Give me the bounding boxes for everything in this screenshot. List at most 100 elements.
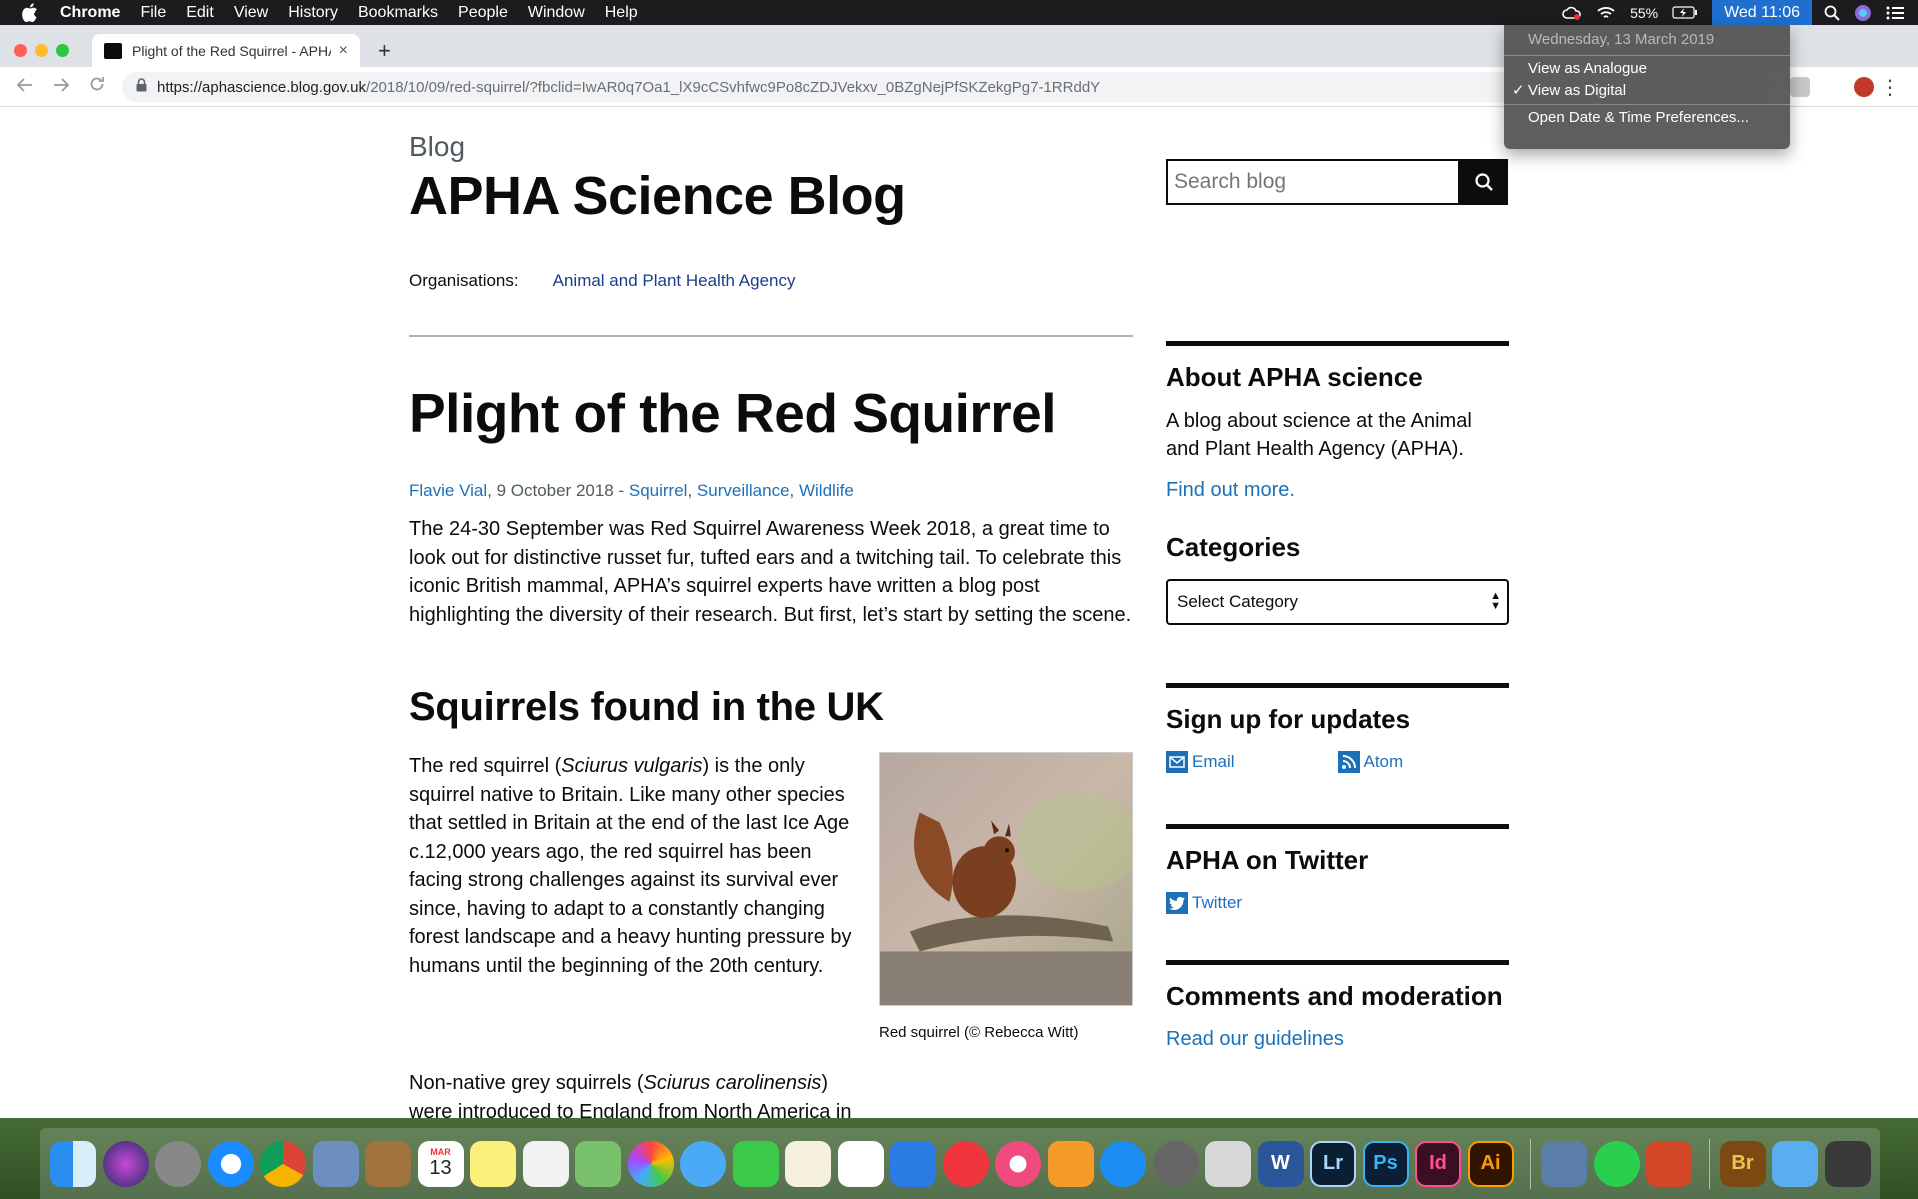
twitter-heading: APHA on Twitter xyxy=(1166,845,1369,875)
finder-icon[interactable] xyxy=(50,1140,96,1187)
siri-dock-icon[interactable] xyxy=(102,1140,149,1187)
photoshop-icon[interactable]: Ps xyxy=(1362,1140,1409,1187)
close-window-button[interactable] xyxy=(14,44,27,57)
calculator-icon[interactable] xyxy=(1205,1140,1251,1187)
menu-people[interactable]: People xyxy=(458,4,508,22)
indesign-icon[interactable]: Id xyxy=(1415,1140,1461,1187)
tag-separator: , xyxy=(789,481,799,500)
calendar-icon[interactable]: MAR 13 xyxy=(417,1140,464,1187)
itunes-icon[interactable] xyxy=(995,1140,1041,1187)
menu-file[interactable]: File xyxy=(140,4,166,22)
battery-icon[interactable] xyxy=(1672,6,1698,19)
menu-help[interactable]: Help xyxy=(605,4,638,22)
author-link[interactable]: Flavie Vial xyxy=(409,481,487,500)
word-icon[interactable]: W xyxy=(1257,1140,1304,1187)
email-link[interactable]: Email xyxy=(1166,751,1338,773)
preview-icon[interactable] xyxy=(1541,1140,1587,1187)
reload-icon[interactable] xyxy=(86,76,108,97)
zoom-window-button[interactable] xyxy=(56,44,69,57)
spotlight-search-icon[interactable] xyxy=(1824,5,1840,21)
org-link[interactable]: Animal and Plant Health Agency xyxy=(553,271,796,291)
minimize-window-button[interactable] xyxy=(35,44,48,57)
notification-center-icon[interactable] xyxy=(1886,6,1904,20)
twitter-link[interactable]: Twitter xyxy=(1166,892,1338,914)
atom-link-label: Atom xyxy=(1363,752,1404,771)
menu-view-digital[interactable]: ✓ View as Digital xyxy=(1504,80,1790,102)
atom-link[interactable]: Atom xyxy=(1337,751,1510,773)
menu-separator xyxy=(1504,104,1790,105)
app-store-icon[interactable] xyxy=(1100,1140,1146,1187)
messages-icon[interactable] xyxy=(680,1140,726,1187)
chrome-menu-icon[interactable]: ⋮ xyxy=(1880,75,1900,100)
launchpad-icon[interactable] xyxy=(155,1140,201,1187)
menubar-clock[interactable]: Wed 11:06 xyxy=(1712,0,1812,25)
profile-avatar-icon[interactable] xyxy=(1854,77,1874,97)
powerpoint-icon[interactable] xyxy=(1646,1140,1692,1187)
menu-history[interactable]: History xyxy=(288,4,338,22)
lock-icon[interactable] xyxy=(136,78,147,96)
lightroom-icon[interactable]: Lr xyxy=(1310,1140,1356,1187)
siri-icon[interactable] xyxy=(1854,4,1872,22)
select-arrows-icon: ▲ ▼ xyxy=(1490,590,1501,612)
find-out-more-link[interactable]: Find out more. xyxy=(1166,479,1509,502)
search-button[interactable] xyxy=(1460,159,1508,205)
post-meta: Flavie Vial, 9 October 2018 - Squirrel, … xyxy=(409,481,1133,501)
extension-icon[interactable] xyxy=(1790,77,1810,97)
maps-icon[interactable] xyxy=(575,1140,621,1187)
forward-arrow-icon[interactable] xyxy=(50,76,72,97)
blog-title[interactable]: APHA Science Blog xyxy=(409,165,1133,227)
tag-link-wildlife[interactable]: Wildlife xyxy=(799,481,854,500)
apple-logo-icon[interactable] xyxy=(22,3,42,22)
checkmark-icon: ✓ xyxy=(1512,82,1525,99)
creative-cloud-icon[interactable] xyxy=(1562,6,1582,20)
section-body: The red squirrel (Sciurus vulgaris) is t… xyxy=(409,752,1133,1041)
menu-view-analogue[interactable]: View as Analogue xyxy=(1504,58,1790,80)
back-arrow-icon[interactable] xyxy=(14,76,36,97)
numbers-icon[interactable] xyxy=(837,1140,884,1187)
tag-link-squirrel[interactable]: Squirrel xyxy=(629,481,688,500)
system-preferences-icon[interactable] xyxy=(1152,1140,1199,1187)
paragraph-red-squirrel: The red squirrel (Sciurus vulgaris) is t… xyxy=(409,752,855,1041)
comments-heading: Comments and moderation xyxy=(1166,981,1503,1011)
guidelines-link[interactable]: Read our guidelines xyxy=(1166,1028,1509,1051)
menu-window[interactable]: Window xyxy=(528,4,585,22)
category-select[interactable]: Select Category ▲ ▼ xyxy=(1166,579,1509,625)
photos-icon[interactable] xyxy=(627,1140,674,1187)
twitter-links: Twitter xyxy=(1166,892,1509,914)
gov-crown-favicon-icon xyxy=(104,42,122,59)
chrome-dock-icon[interactable] xyxy=(260,1140,306,1187)
whatsapp-icon[interactable] xyxy=(1593,1140,1640,1187)
red-squirrel-photo[interactable] xyxy=(879,752,1133,1006)
tab-close-icon[interactable]: × xyxy=(339,42,348,60)
organisations-label: Organisations: xyxy=(409,271,519,290)
tab-active[interactable]: Plight of the Red Squirrel - APHA × xyxy=(92,34,360,67)
menu-open-datetime-preferences[interactable]: Open Date & Time Preferences... xyxy=(1504,107,1790,129)
downloads-folder-icon[interactable] xyxy=(1772,1140,1818,1187)
books-icon[interactable] xyxy=(1047,1140,1094,1187)
new-tab-button[interactable]: + xyxy=(378,38,391,64)
figure: Red squirrel (© Rebecca Witt) xyxy=(879,752,1133,1041)
news-icon[interactable] xyxy=(942,1140,989,1187)
wifi-icon[interactable] xyxy=(1596,6,1616,20)
reminders-icon[interactable] xyxy=(522,1140,569,1187)
tag-link-surveillance[interactable]: Surveillance xyxy=(697,481,790,500)
menu-bookmarks[interactable]: Bookmarks xyxy=(358,4,438,22)
menu-edit[interactable]: Edit xyxy=(186,4,214,22)
menu-view[interactable]: View xyxy=(234,4,268,22)
clock-dropdown-menu: Wednesday, 13 March 2019 View as Analogu… xyxy=(1504,25,1790,149)
battery-percent: 55% xyxy=(1630,4,1659,21)
notes-icon[interactable] xyxy=(470,1140,516,1187)
menu-app-name[interactable]: Chrome xyxy=(60,4,120,22)
illustrator-icon[interactable]: Ai xyxy=(1467,1140,1514,1187)
keynote-icon[interactable] xyxy=(890,1140,936,1187)
mail-icon[interactable] xyxy=(312,1140,359,1187)
bridge-folder-icon[interactable]: Br xyxy=(1719,1140,1766,1187)
contacts-icon[interactable] xyxy=(365,1140,411,1187)
trash-icon[interactable] xyxy=(1824,1140,1871,1187)
safari-icon[interactable] xyxy=(207,1140,254,1187)
pages-icon[interactable] xyxy=(785,1140,831,1187)
facetime-icon[interactable] xyxy=(732,1140,779,1187)
search-input[interactable] xyxy=(1166,159,1460,205)
dock: MAR 13 W Lr Ps Id Ai Br xyxy=(40,1128,1880,1199)
signup-links: Email Atom xyxy=(1166,751,1509,773)
